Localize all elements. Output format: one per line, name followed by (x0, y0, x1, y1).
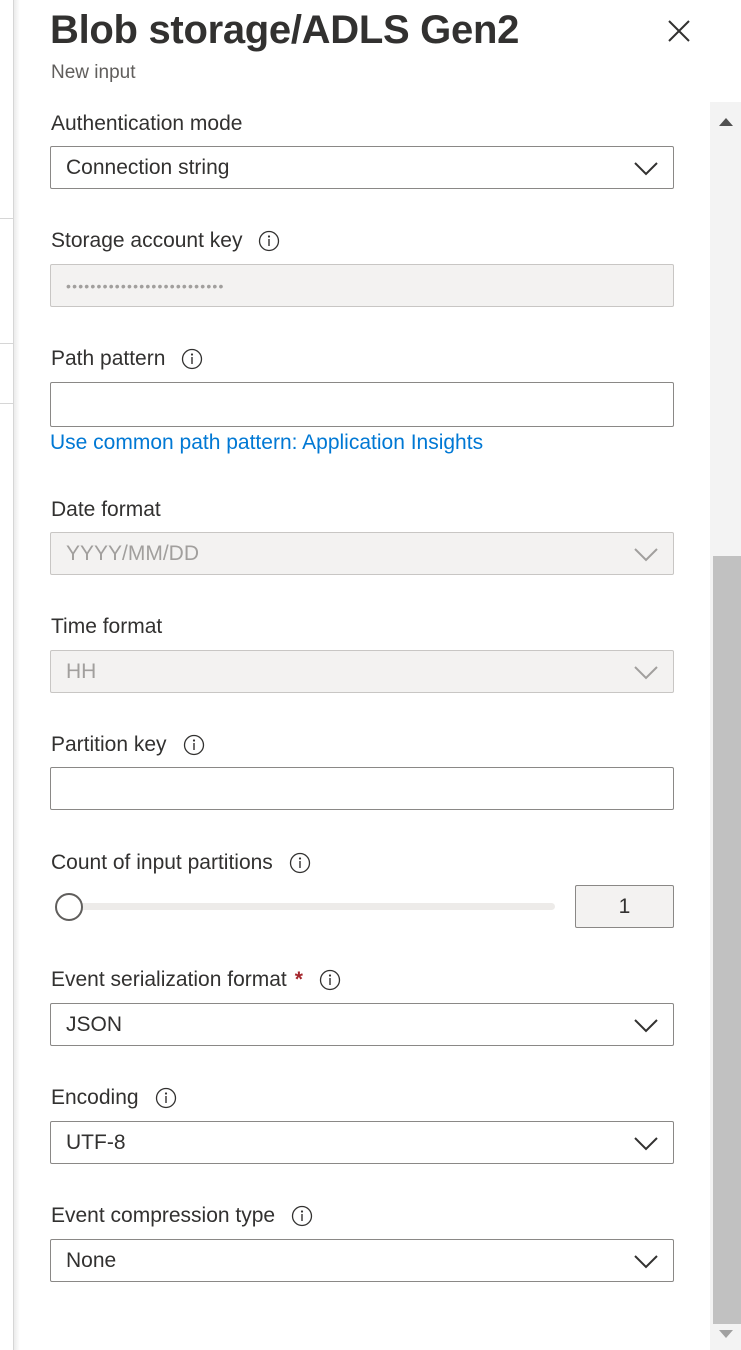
storage-key-label: Storage account key (51, 229, 280, 253)
panel-subtitle: New input (51, 62, 136, 83)
chevron-down-icon (634, 1255, 658, 1269)
path-pattern-input[interactable] (50, 382, 674, 427)
date-format-value: YYYY/MM/DD (66, 541, 200, 565)
compression-type-value: None (66, 1248, 117, 1272)
storage-key-value: •••••••••••••••••••••••••• (66, 277, 225, 294)
serialization-format-label: Event serialization format * (51, 968, 341, 992)
encoding-value: UTF-8 (66, 1130, 126, 1154)
partitions-count-value: 1 (618, 894, 631, 918)
close-icon (668, 20, 690, 42)
partitions-slider-track[interactable] (58, 903, 555, 910)
info-icon[interactable] (183, 734, 205, 756)
scroll-down-button[interactable] (710, 1322, 741, 1346)
input-partitions-label: Count of input partitions (51, 851, 311, 875)
chevron-down-icon (634, 162, 658, 176)
info-icon[interactable] (258, 230, 280, 252)
serialization-format-dropdown[interactable]: JSON (50, 1003, 674, 1046)
chevron-down-icon (634, 666, 658, 680)
partition-key-label: Partition key (51, 733, 205, 757)
time-format-value: HH (66, 659, 97, 683)
info-icon[interactable] (155, 1087, 177, 1109)
info-icon[interactable] (291, 1205, 313, 1227)
time-format-label: Time format (51, 615, 163, 638)
auth-mode-value: Connection string (66, 155, 230, 179)
partition-key-text[interactable] (66, 776, 673, 801)
required-asterisk: * (294, 968, 303, 991)
scroll-up-arrow-icon (718, 118, 733, 126)
scroll-down-arrow-icon (718, 1330, 733, 1338)
panel-shadow (14, 0, 20, 1350)
blob-input-panel: Blob storage/ADLS Gen2 New input Authent… (0, 0, 741, 1350)
scrollbar-thumb[interactable] (713, 556, 741, 1324)
info-icon[interactable] (181, 348, 203, 370)
background-page-edge (0, 0, 14, 1350)
auth-mode-dropdown[interactable]: Connection string (50, 146, 674, 189)
partitions-count-field[interactable]: 1 (575, 885, 674, 928)
compression-type-dropdown[interactable]: None (50, 1239, 674, 1282)
panel-title: Blob storage/ADLS Gen2 (50, 8, 520, 52)
common-path-pattern-link[interactable]: Use common path pattern: Application Ins… (50, 431, 483, 455)
path-pattern-label: Path pattern (51, 347, 203, 371)
encoding-dropdown[interactable]: UTF-8 (50, 1121, 674, 1164)
chevron-down-icon (634, 1137, 658, 1151)
scroll-up-button[interactable] (710, 110, 741, 134)
encoding-label: Encoding (51, 1086, 177, 1110)
compression-type-label: Event compression type (51, 1204, 313, 1228)
serialization-format-value: JSON (66, 1012, 123, 1036)
storage-key-field[interactable]: •••••••••••••••••••••••••• (50, 264, 674, 307)
info-icon[interactable] (319, 969, 341, 991)
info-icon[interactable] (289, 852, 311, 874)
auth-mode-label: Authentication mode (51, 112, 243, 135)
date-format-dropdown[interactable]: YYYY/MM/DD (50, 532, 674, 575)
date-format-label: Date format (51, 498, 161, 521)
chevron-down-icon (634, 548, 658, 562)
path-pattern-text[interactable] (66, 392, 673, 417)
close-button[interactable] (662, 14, 696, 48)
chevron-down-icon (634, 1019, 658, 1033)
time-format-dropdown[interactable]: HH (50, 650, 674, 693)
partitions-slider-thumb[interactable] (55, 893, 83, 921)
vertical-scrollbar[interactable] (710, 102, 741, 1350)
partition-key-input[interactable] (50, 767, 674, 810)
